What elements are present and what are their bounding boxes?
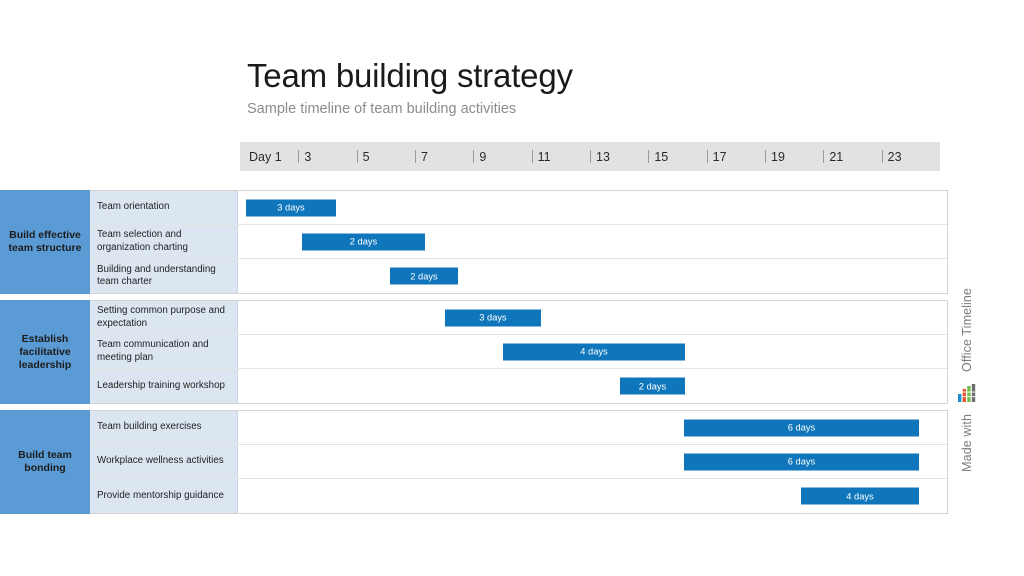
task-track: 2 days	[238, 225, 947, 258]
table-row: Setting common purpose and expectation 3 …	[90, 301, 947, 335]
branding-watermark: Office Timeline Made with	[955, 288, 979, 503]
task-track: 4 days	[238, 479, 947, 513]
tick-rule	[765, 150, 766, 163]
timeline-axis-header: Day 1 3 5 7 9 11 13 15 17 19 21 23	[240, 142, 940, 171]
task-track: 6 days	[238, 445, 947, 478]
tick-label: 7	[421, 149, 428, 164]
tick-rule	[298, 150, 300, 163]
timeline-tick: Day 1	[240, 142, 282, 171]
timeline-tick: 3	[298, 142, 311, 171]
task-label[interactable]: Building and understanding team charter	[90, 259, 238, 293]
page-subtitle: Sample timeline of team building activit…	[247, 101, 517, 117]
group-label[interactable]: Establish facilitative leadership	[0, 300, 90, 404]
timeline-tick: 23	[881, 142, 902, 171]
task-track: 3 days	[238, 191, 947, 224]
timeline-tick: 19	[765, 142, 785, 171]
gantt-chart: Build effective team structure Team orien…	[0, 190, 948, 520]
timeline-tick: 15	[648, 142, 668, 171]
task-label[interactable]: Team orientation	[90, 191, 238, 224]
gantt-bar[interactable]: 3 days	[445, 309, 541, 326]
gantt-group-rows: Setting common purpose and expectation 3 …	[90, 300, 948, 404]
tick-label: 11	[537, 149, 551, 164]
timeline-tick: 13	[590, 142, 610, 171]
task-label[interactable]: Team selection and organization charting	[90, 225, 238, 258]
timeline-tick: 11	[531, 142, 551, 171]
tick-label: 19	[771, 149, 785, 164]
timeline-tick: 9	[473, 142, 486, 171]
tick-rule	[706, 150, 708, 163]
task-track: 2 days	[238, 259, 947, 293]
task-track: 6 days	[238, 411, 947, 444]
gantt-bar[interactable]: 2 days	[620, 377, 685, 395]
task-label[interactable]: Team building exercises	[90, 411, 238, 444]
tick-rule	[648, 150, 650, 163]
table-row: Team communication and meeting plan 4 day…	[90, 335, 947, 369]
tick-label: 21	[829, 149, 844, 164]
tick-label: 5	[362, 149, 370, 164]
table-row: Team selection and organization charting…	[90, 225, 947, 259]
task-track: 4 days	[238, 335, 947, 368]
gantt-bar[interactable]: 3 days	[246, 199, 336, 216]
task-label[interactable]: Team communication and meeting plan	[90, 335, 238, 368]
gantt-bar[interactable]: 2 days	[302, 233, 425, 250]
gantt-bar[interactable]: 4 days	[503, 343, 685, 360]
tick-label: 3	[304, 149, 312, 164]
table-row: Team building exercises 6 days	[90, 411, 947, 445]
table-row: Building and understanding team charter 2…	[90, 259, 947, 293]
task-label[interactable]: Workplace wellness activities	[90, 445, 238, 478]
gantt-group-rows: Team building exercises 6 days Workplace w…	[90, 410, 948, 514]
task-track: 2 days	[238, 369, 947, 403]
tick-rule	[415, 150, 416, 163]
gantt-bar[interactable]: 6 days	[684, 453, 919, 470]
task-label[interactable]: Leadership training workshop	[90, 369, 238, 403]
gantt-group: Build effective team structure Team orien…	[0, 190, 948, 294]
tick-label: 9	[479, 149, 487, 164]
gantt-group: Build team bonding Team building exercise…	[0, 410, 948, 514]
tick-rule	[531, 150, 533, 163]
page-title: Team building strategy	[247, 57, 573, 94]
brand-product-label: Office Timeline	[960, 288, 974, 372]
gantt-bar[interactable]: 2 days	[390, 267, 458, 285]
table-row: Team orientation 3 days	[90, 191, 947, 225]
task-track: 3 days	[238, 301, 947, 334]
gantt-group: Establish facilitative leadership Setting…	[0, 300, 948, 404]
timeline-tick: 17	[706, 142, 727, 171]
tick-label: Day 1	[249, 149, 282, 164]
group-label[interactable]: Build effective team structure	[0, 190, 90, 294]
gantt-bar[interactable]: 4 days	[801, 487, 919, 505]
gantt-group-rows: Team orientation 3 days Team selection and…	[90, 190, 948, 294]
tick-rule	[473, 150, 475, 163]
tick-rule	[356, 150, 358, 163]
title-block: Team building strategy Sample timeline o…	[247, 57, 947, 118]
tick-label: 13	[596, 149, 610, 164]
tick-rule	[881, 150, 883, 163]
table-row: Provide mentorship guidance 4 days	[90, 479, 947, 513]
timeline-tick: 7	[415, 142, 428, 171]
tick-rule	[590, 150, 591, 163]
task-label[interactable]: Provide mentorship guidance	[90, 479, 238, 513]
table-row: Leadership training workshop 2 days	[90, 369, 947, 403]
tick-label: 15	[654, 149, 669, 164]
tick-label: 23	[887, 149, 902, 164]
group-label[interactable]: Build team bonding	[0, 410, 90, 514]
brand-madewith-label: Made with	[960, 413, 974, 472]
table-row: Workplace wellness activities 6 days	[90, 445, 947, 479]
timeline-tick: 21	[823, 142, 843, 171]
tick-rule	[823, 150, 825, 163]
timeline-tick: 5	[356, 142, 370, 171]
tick-label: 17	[712, 149, 727, 164]
bar-chart-icon	[958, 383, 976, 402]
task-label[interactable]: Setting common purpose and expectation	[90, 301, 238, 334]
gantt-bar[interactable]: 6 days	[684, 419, 919, 436]
